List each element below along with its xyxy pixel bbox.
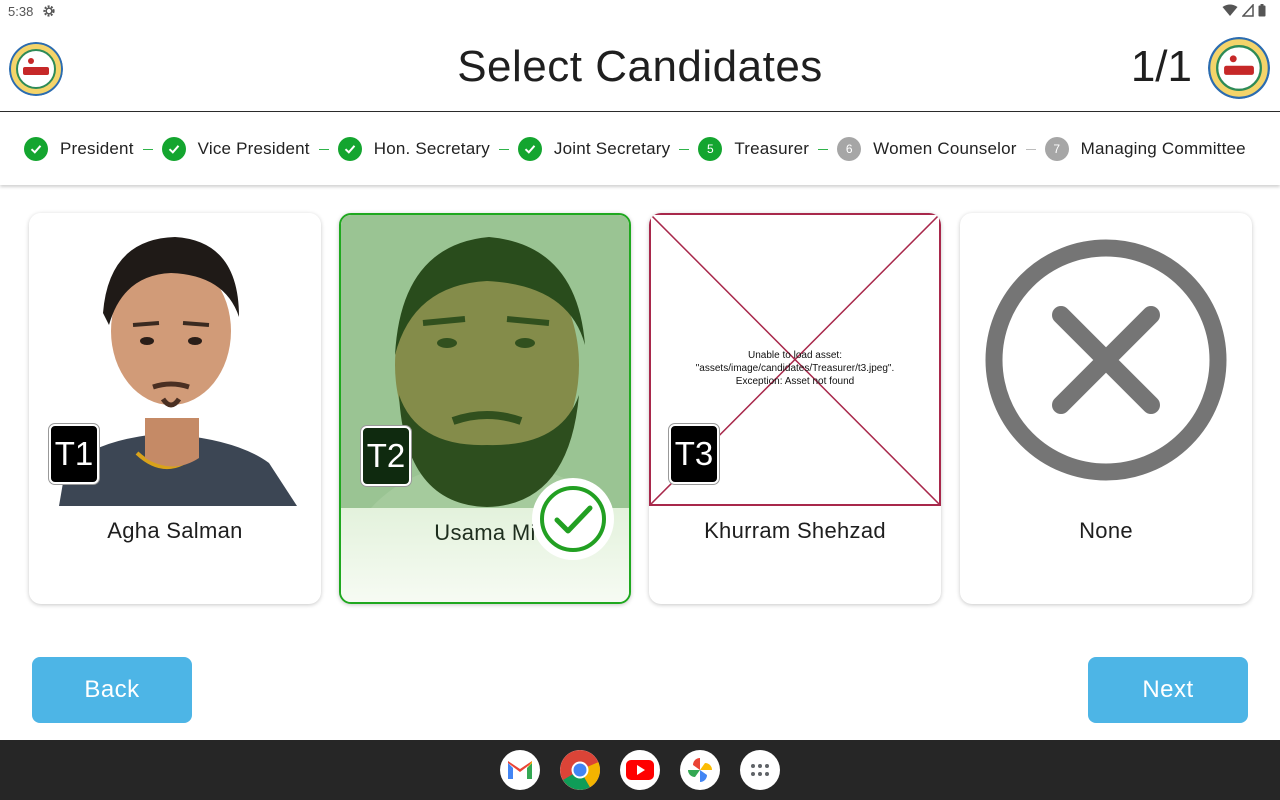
step-managing-committee: 7 Managing Committee — [1044, 137, 1246, 161]
app-header: Select Candidates 1/1 — [0, 24, 1280, 112]
step-number: 5 — [698, 137, 723, 161]
candidate-code-badge: T2 — [361, 426, 411, 486]
step-connector — [142, 148, 153, 150]
check-icon — [24, 137, 48, 161]
page-title: Select Candidates — [457, 42, 823, 91]
step-number: 7 — [1044, 137, 1069, 161]
system-icons — [1222, 4, 1266, 17]
image-error-message: Unable to load asset: "assets/image/cand… — [651, 349, 939, 388]
app-drawer-icon[interactable] — [740, 750, 780, 790]
step-label: Joint Secretary — [553, 139, 671, 158]
step-vice-president: Vice President — [161, 137, 310, 161]
step-number: 6 — [837, 137, 862, 161]
step-connector — [498, 148, 509, 150]
step-connector — [1025, 148, 1036, 150]
back-button[interactable]: Back — [32, 657, 192, 723]
candidate-name: Agha Salman — [107, 518, 243, 543]
battery-icon — [1258, 4, 1266, 17]
screen: 5:38 Select Candidates 1/1 President Vic… — [0, 0, 1280, 800]
step-label: President — [60, 139, 134, 158]
check-icon — [517, 137, 542, 161]
step-women-counselor: 6 Women Counselor — [837, 137, 1016, 161]
step-treasurer: 5 Treasurer — [698, 137, 809, 161]
step-label: Managing Committee — [1080, 139, 1246, 158]
candidate-name: None — [1079, 518, 1133, 543]
youtube-icon[interactable] — [620, 750, 660, 790]
image-error-line: Exception: Asset not found — [735, 376, 855, 387]
step-label: Treasurer — [734, 139, 810, 158]
system-taskbar — [0, 740, 1280, 800]
check-icon — [337, 137, 362, 161]
none-x-icon — [985, 239, 1227, 481]
candidate-name: Khurram Shehzad — [704, 518, 886, 543]
none-option-card[interactable]: None — [960, 213, 1252, 604]
step-president: President — [24, 137, 134, 161]
step-label: Women Counselor — [873, 139, 1017, 158]
candidate-code-badge: T1 — [49, 424, 99, 484]
step-hon-secretary: Hon. Secretary — [337, 137, 490, 161]
step-connector — [679, 148, 690, 150]
image-error-line: Unable to load asset: "assets/image/cand… — [695, 350, 895, 374]
candidate-card-t3[interactable]: Unable to load asset: "assets/image/cand… — [649, 213, 941, 604]
position-stepper: President Vice President Hon. Secretary — [0, 113, 1280, 185]
wifi-icon — [1222, 4, 1238, 16]
status-bar: 5:38 — [0, 0, 1280, 24]
candidate-code-badge: T3 — [669, 424, 719, 484]
page-counter: 1/1 — [1130, 42, 1192, 91]
step-label: Hon. Secretary — [373, 139, 490, 158]
signal-icon — [1242, 4, 1254, 17]
association-logo-icon — [1208, 37, 1270, 99]
candidate-card-t1[interactable]: T1 Agha Salman — [29, 213, 321, 604]
chrome-icon[interactable] — [560, 750, 600, 790]
settings-gear-icon — [43, 5, 55, 17]
selected-check-icon — [532, 478, 614, 560]
app-dock — [500, 750, 780, 790]
photos-icon[interactable] — [680, 750, 720, 790]
next-button[interactable]: Next — [1088, 657, 1248, 723]
step-connector — [818, 148, 829, 150]
step-connector — [318, 148, 329, 150]
status-time: 5:38 — [8, 4, 34, 19]
candidate-card-t2[interactable]: T2 Usama Mi — [339, 213, 631, 604]
check-icon — [161, 137, 186, 161]
gmail-icon[interactable] — [500, 750, 540, 790]
step-label: Vice President — [197, 139, 310, 158]
step-joint-secretary: Joint Secretary — [517, 137, 671, 161]
